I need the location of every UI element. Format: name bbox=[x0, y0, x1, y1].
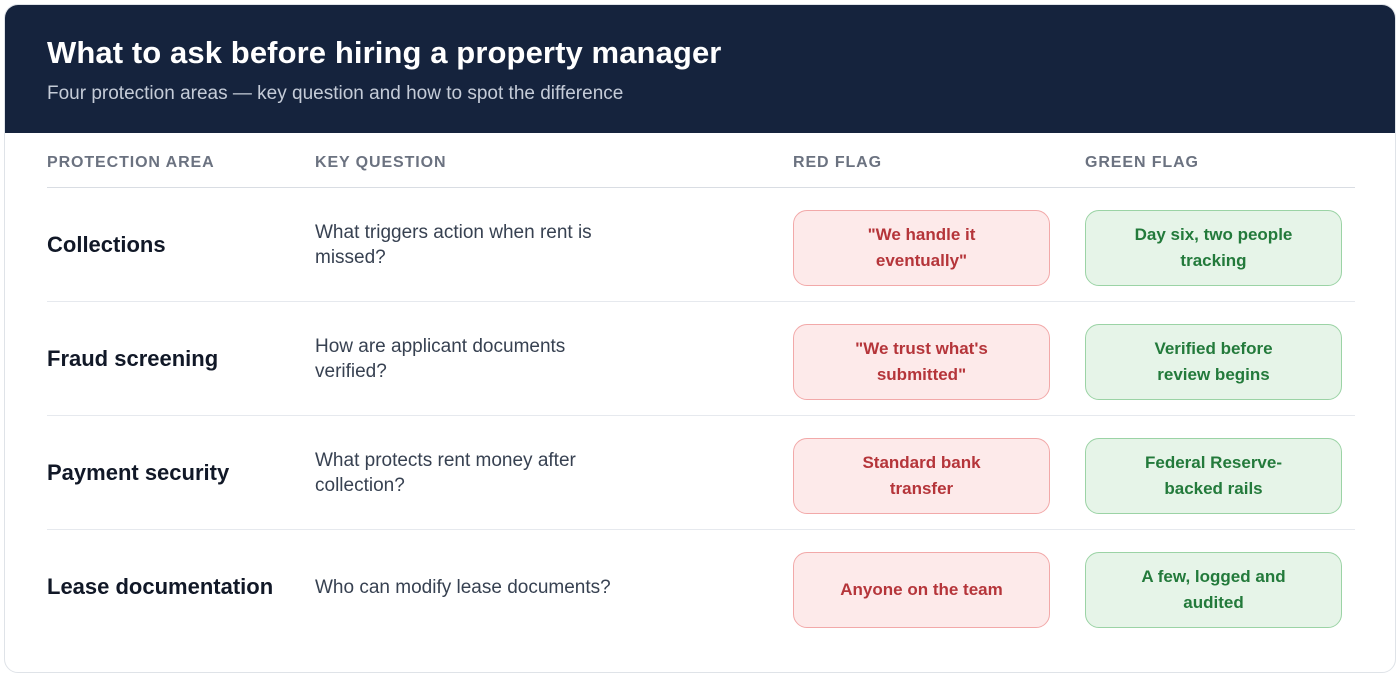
green-flag-badge: Day six, two people tracking bbox=[1085, 210, 1342, 286]
table-row: Collections What triggers action when re… bbox=[47, 188, 1355, 302]
key-question-text: How are applicant documents verified? bbox=[315, 335, 566, 382]
key-question-text: What protects rent money after collectio… bbox=[315, 449, 576, 496]
page-subtitle: Four protection areas — key question and… bbox=[47, 83, 624, 104]
table-row: Fraud screening How are applicant docume… bbox=[47, 302, 1355, 416]
protection-area-label: Lease documentation bbox=[47, 574, 274, 599]
green-flag-badge: A few, logged and audited bbox=[1085, 552, 1342, 628]
column-header-protection-area: PROTECTION AREA bbox=[47, 154, 215, 171]
red-flag-badge: Standard bank transfer bbox=[793, 438, 1050, 514]
red-flag-badge: "We handle it eventually" bbox=[793, 210, 1050, 286]
column-header-key-question: KEY QUESTION bbox=[315, 154, 447, 171]
table-row: Lease documentation Who can modify lease… bbox=[47, 530, 1355, 644]
card-header: What to ask before hiring a property man… bbox=[5, 5, 1395, 133]
column-header-red-flag: RED FLAG bbox=[793, 154, 882, 171]
protection-area-label: Fraud screening bbox=[47, 345, 219, 371]
page-title: What to ask before hiring a property man… bbox=[47, 35, 722, 70]
table-header: PROTECTION AREA KEY QUESTION RED FLAG GR… bbox=[47, 133, 1355, 188]
green-flag-badge: Verified before review begins bbox=[1085, 324, 1342, 400]
protection-table: PROTECTION AREA KEY QUESTION RED FLAG GR… bbox=[47, 133, 1355, 644]
key-question-text: Who can modify lease documents? bbox=[315, 576, 611, 598]
red-flag-badge: Anyone on the team bbox=[793, 552, 1050, 628]
comparison-card: What to ask before hiring a property man… bbox=[4, 4, 1396, 673]
protection-area-label: Payment security bbox=[47, 459, 230, 485]
column-header-green-flag: GREEN FLAG bbox=[1085, 154, 1199, 171]
red-flag-badge: "We trust what's submitted" bbox=[793, 324, 1050, 400]
key-question-text: What triggers action when rent is missed… bbox=[315, 221, 592, 268]
green-flag-badge: Federal Reserve-backed rails bbox=[1085, 438, 1342, 514]
protection-area-label: Collections bbox=[47, 231, 166, 257]
table-row: Payment security What protects rent mone… bbox=[47, 416, 1355, 530]
